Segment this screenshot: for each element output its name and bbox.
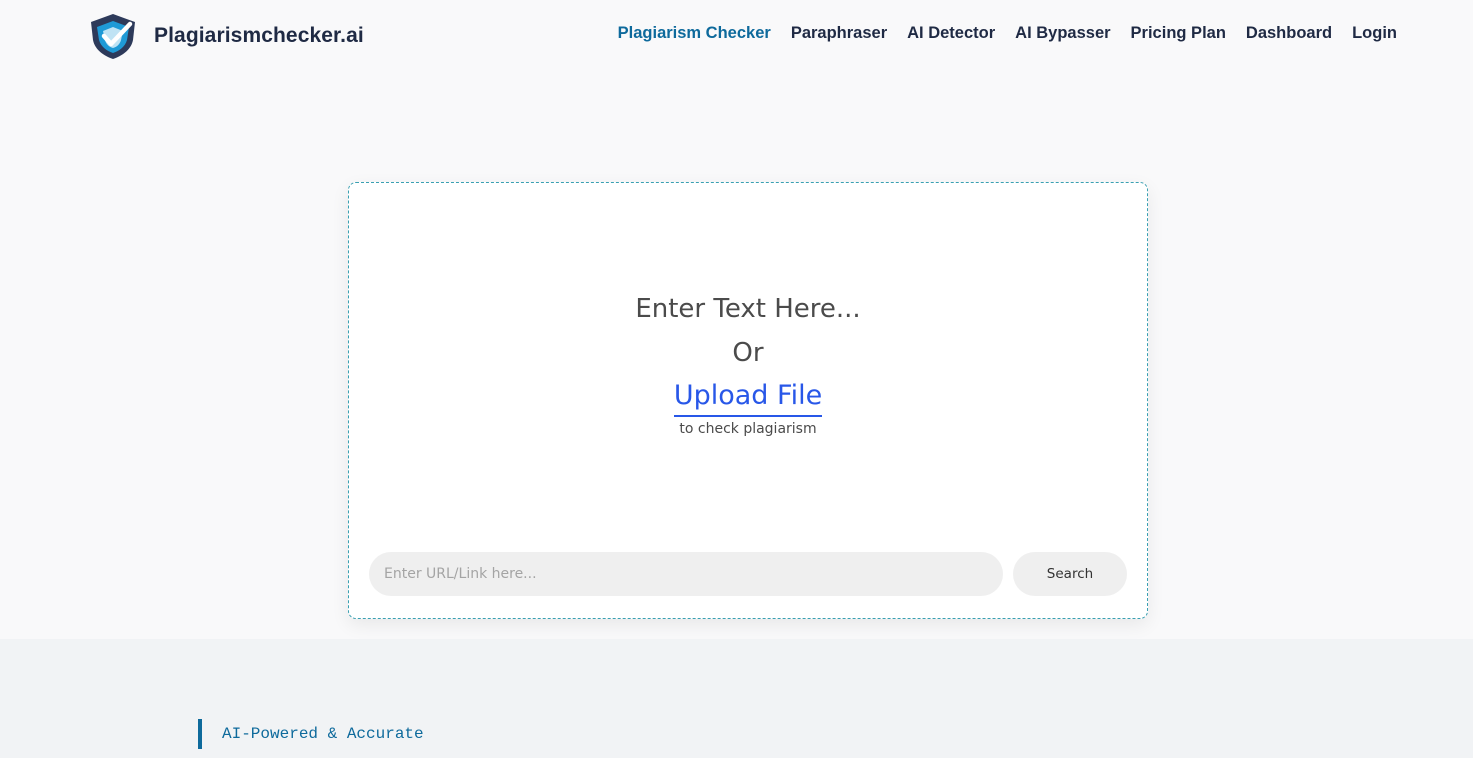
site-header: Plagiarismchecker.ai Plagiarism Checker … [0,0,1473,72]
search-button[interactable]: Search [1013,552,1127,596]
nav-plagiarism-checker[interactable]: Plagiarism Checker [618,24,771,43]
upload-file-link[interactable]: Upload File [673,377,823,417]
shield-check-icon [88,12,138,60]
feature-tagline: AI-Powered & Accurate [198,719,424,749]
text-input-card[interactable]: Enter Text Here... Or Upload File to che… [348,182,1148,619]
features-section: AI-Powered & Accurate [0,639,1473,758]
main-nav: Plagiarism Checker Paraphraser AI Detect… [618,24,1397,43]
or-separator: Or [732,338,764,368]
nav-dashboard[interactable]: Dashboard [1246,24,1332,43]
brand-logo-link[interactable]: Plagiarismchecker.ai [88,12,364,60]
nav-ai-bypasser[interactable]: AI Bypasser [1015,24,1110,43]
nav-ai-detector[interactable]: AI Detector [907,24,995,43]
nav-login[interactable]: Login [1352,24,1397,43]
nav-pricing-plan[interactable]: Pricing Plan [1131,24,1226,43]
input-prompt: Enter Text Here... Or Upload File to che… [349,287,1147,437]
nav-paraphraser[interactable]: Paraphraser [791,24,887,43]
brand-name: Plagiarismchecker.ai [154,24,364,47]
url-input[interactable] [369,552,1003,596]
enter-text-prompt: Enter Text Here... [635,294,861,324]
check-plagiarism-caption: to check plagiarism [679,421,817,437]
